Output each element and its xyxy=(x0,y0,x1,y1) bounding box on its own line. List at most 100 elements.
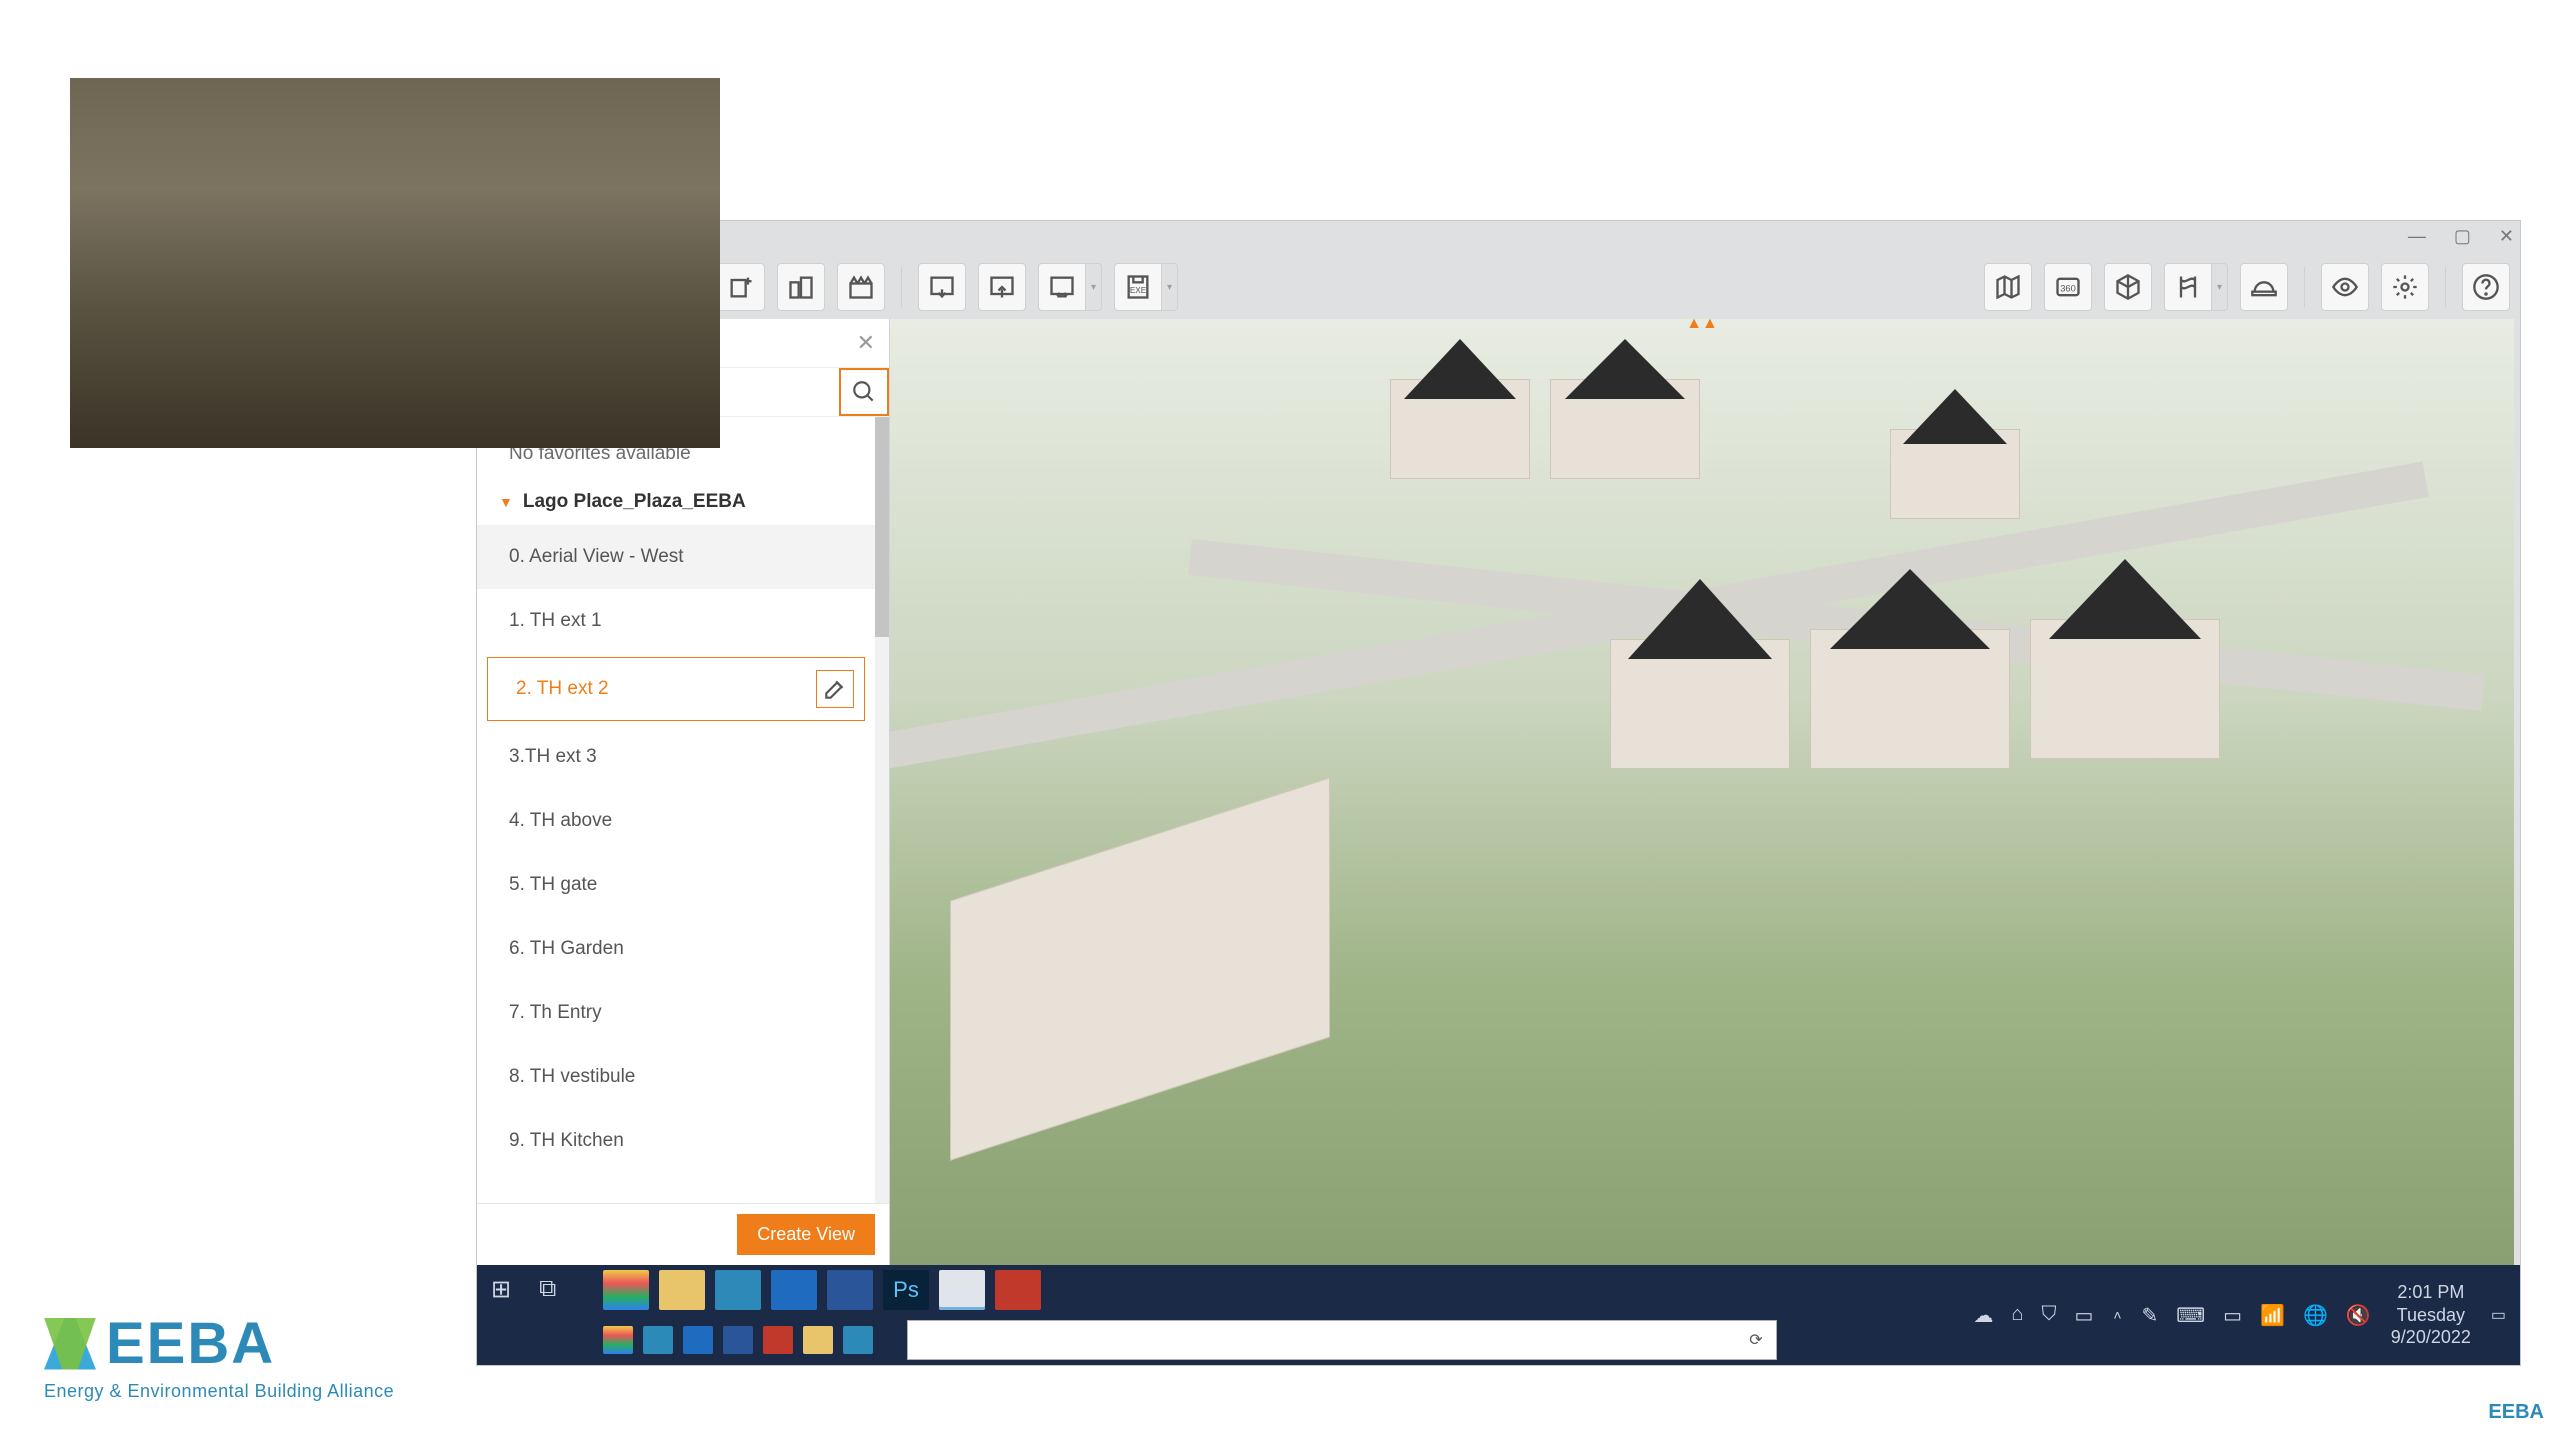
toolbar-separator xyxy=(2445,267,2446,307)
notification-icon[interactable]: ▭ xyxy=(2223,1303,2242,1328)
window-maximize-button[interactable]: ▢ xyxy=(2454,226,2471,247)
powerpoint-icon[interactable] xyxy=(995,1270,1041,1310)
eeba-wordmark: EEBA xyxy=(106,1310,275,1377)
close-icon[interactable]: ✕ xyxy=(857,330,875,356)
chevron-down-icon: ▼ xyxy=(499,494,513,510)
visibility-icon[interactable] xyxy=(2321,263,2369,311)
mail-mini-icon[interactable] xyxy=(683,1326,713,1354)
photoshop-icon[interactable]: Ps xyxy=(883,1270,929,1310)
view-item[interactable]: 6. TH Garden xyxy=(477,917,875,981)
teams-icon[interactable]: ⌂ xyxy=(2011,1303,2023,1328)
task-mini-icon[interactable] xyxy=(843,1326,873,1354)
edit-view-icon[interactable] xyxy=(816,670,854,708)
settings-icon[interactable] xyxy=(2381,263,2429,311)
tray-chevron-icon[interactable]: ˄ xyxy=(2113,1307,2121,1323)
view-item[interactable]: 9. TH Kitchen xyxy=(477,1109,875,1173)
view-item[interactable]: 7. Th Entry xyxy=(477,981,875,1045)
views-scrollbar-track[interactable] xyxy=(875,417,889,1203)
clock-day: Tuesday xyxy=(2391,1304,2471,1327)
views-scrollbar-thumb[interactable] xyxy=(875,417,889,637)
svg-text:EXE: EXE xyxy=(1130,286,1147,295)
task-view-button[interactable]: ⧉ xyxy=(539,1275,556,1303)
security-icon[interactable]: ⛉ xyxy=(2041,1303,2056,1328)
view-item-label: 5. TH gate xyxy=(509,874,597,896)
toolbar-right: 360 ▾ xyxy=(1984,261,2510,313)
cube-icon[interactable] xyxy=(2104,263,2152,311)
ms-store-icon[interactable] xyxy=(715,1270,761,1310)
map-icon[interactable] xyxy=(1984,263,2032,311)
model-name-label: Lago Place_Plaza_EEBA xyxy=(523,491,746,513)
hardhat-icon[interactable] xyxy=(2240,263,2288,311)
chevron-down-icon[interactable]: ▾ xyxy=(1162,263,1178,311)
view-item[interactable]: 1. TH ext 1 xyxy=(477,589,875,653)
export-view-icon[interactable] xyxy=(978,263,1026,311)
eeba-mark-icon xyxy=(44,1318,96,1370)
eeba-logo: EEBA Energy & Environmental Building All… xyxy=(44,1310,439,1398)
create-view-button[interactable]: Create View xyxy=(737,1214,875,1255)
edge-mini-icon[interactable] xyxy=(643,1326,673,1354)
render-viewport[interactable]: ▲▲ xyxy=(890,319,2514,1265)
windows-taskbar: ⊞ ⧉ Ps ⟳ ☁ ⌂ ⛉ ▭ ˄ ✎ ⌨ ▭ 📶 🌐 🔇 2:01 PM Tuesday 9… xyxy=(477,1265,2520,1365)
cloud-icon[interactable]: ☁ xyxy=(1973,1303,1993,1328)
chrome-mini-icon[interactable] xyxy=(603,1326,633,1354)
screen-icon[interactable]: ▭ xyxy=(2074,1303,2093,1328)
wifi-icon[interactable]: 📶 xyxy=(2260,1303,2285,1328)
add-model-icon[interactable] xyxy=(717,263,765,311)
view-item-label: 4. TH above xyxy=(509,810,612,832)
clock-time: 2:01 PM xyxy=(2391,1281,2471,1304)
svg-text:360: 360 xyxy=(2060,284,2076,294)
view-item-label: 0. Aerial View - West xyxy=(509,546,684,568)
presenter-webcam xyxy=(70,78,720,448)
excel-mini-icon[interactable] xyxy=(723,1326,753,1354)
view-item-label: 2. TH ext 2 xyxy=(516,678,609,700)
view-item[interactable]: 5. TH gate xyxy=(477,853,875,917)
toolbar-separator xyxy=(901,267,902,307)
explorer-mini-icon[interactable] xyxy=(803,1326,833,1354)
view-item[interactable]: 4. TH above xyxy=(477,789,875,853)
pen-icon[interactable]: ✎ xyxy=(2142,1303,2159,1328)
enscape-window: — ▢ ✕ ▾EXE▾ 360▾ ✕ No favorites availabl… xyxy=(476,220,2521,1366)
transfer-icon[interactable] xyxy=(1038,263,1086,311)
close-mini-icon[interactable] xyxy=(763,1326,793,1354)
address-bar[interactable]: ⟳ xyxy=(907,1320,1777,1360)
view-item-label: 7. Th Entry xyxy=(509,1002,602,1024)
360-icon[interactable]: 360 xyxy=(2044,263,2092,311)
file-explorer-icon[interactable] xyxy=(659,1270,705,1310)
view-item[interactable]: 8. TH vestibule xyxy=(477,1045,875,1109)
view-item[interactable]: 3.TH ext 3 xyxy=(477,725,875,789)
view-item-label: 1. TH ext 1 xyxy=(509,610,602,632)
search-icon[interactable] xyxy=(839,368,889,416)
viewport-handle-icon[interactable]: ▲▲ xyxy=(1686,319,1718,333)
keyboard-icon[interactable]: ⌨ xyxy=(2176,1303,2205,1328)
action-center-icon[interactable]: ▭ xyxy=(2491,1305,2506,1325)
view-item[interactable]: 2. TH ext 2 xyxy=(487,657,865,721)
volume-mute-icon[interactable]: 🔇 xyxy=(2346,1303,2371,1328)
outlook-icon[interactable] xyxy=(771,1270,817,1310)
window-close-button[interactable]: ✕ xyxy=(2499,226,2514,247)
refresh-icon[interactable]: ⟳ xyxy=(1736,1330,1776,1350)
window-minimize-button[interactable]: — xyxy=(2408,226,2426,247)
view-item[interactable]: 0. Aerial View - West xyxy=(477,525,875,589)
save-view-icon[interactable]: EXE xyxy=(1114,263,1162,311)
building-foreground xyxy=(950,777,1330,1160)
eeba-tagline: Energy & Environmental Building Alliance xyxy=(44,1381,394,1402)
globe-icon[interactable]: 🌐 xyxy=(2303,1303,2328,1328)
eeba-mini-logo: EEBA xyxy=(2488,1401,2544,1424)
sketchup-icon[interactable] xyxy=(939,1270,985,1310)
toolbar-left: ▾ EXE ▾ xyxy=(717,261,1178,313)
word-icon[interactable] xyxy=(827,1270,873,1310)
chrome-icon[interactable] xyxy=(603,1270,649,1310)
clapper-icon[interactable] xyxy=(837,263,885,311)
start-button[interactable]: ⊞ xyxy=(491,1275,511,1304)
import-view-icon[interactable] xyxy=(918,263,966,311)
maps-pin-icon[interactable] xyxy=(2164,263,2212,311)
buildings-icon[interactable] xyxy=(777,263,825,311)
view-item-label: 6. TH Garden xyxy=(509,938,624,960)
view-item-label: 8. TH vestibule xyxy=(509,1066,635,1088)
model-tree-node[interactable]: ▼ Lago Place_Plaza_EEBA xyxy=(477,479,875,525)
help-icon[interactable] xyxy=(2462,263,2510,311)
chevron-down-icon[interactable]: ▾ xyxy=(2212,263,2228,311)
taskbar-clock[interactable]: 2:01 PM Tuesday 9/20/2022 xyxy=(2391,1281,2471,1349)
clock-date: 9/20/2022 xyxy=(2391,1326,2471,1349)
chevron-down-icon[interactable]: ▾ xyxy=(1086,263,1102,311)
